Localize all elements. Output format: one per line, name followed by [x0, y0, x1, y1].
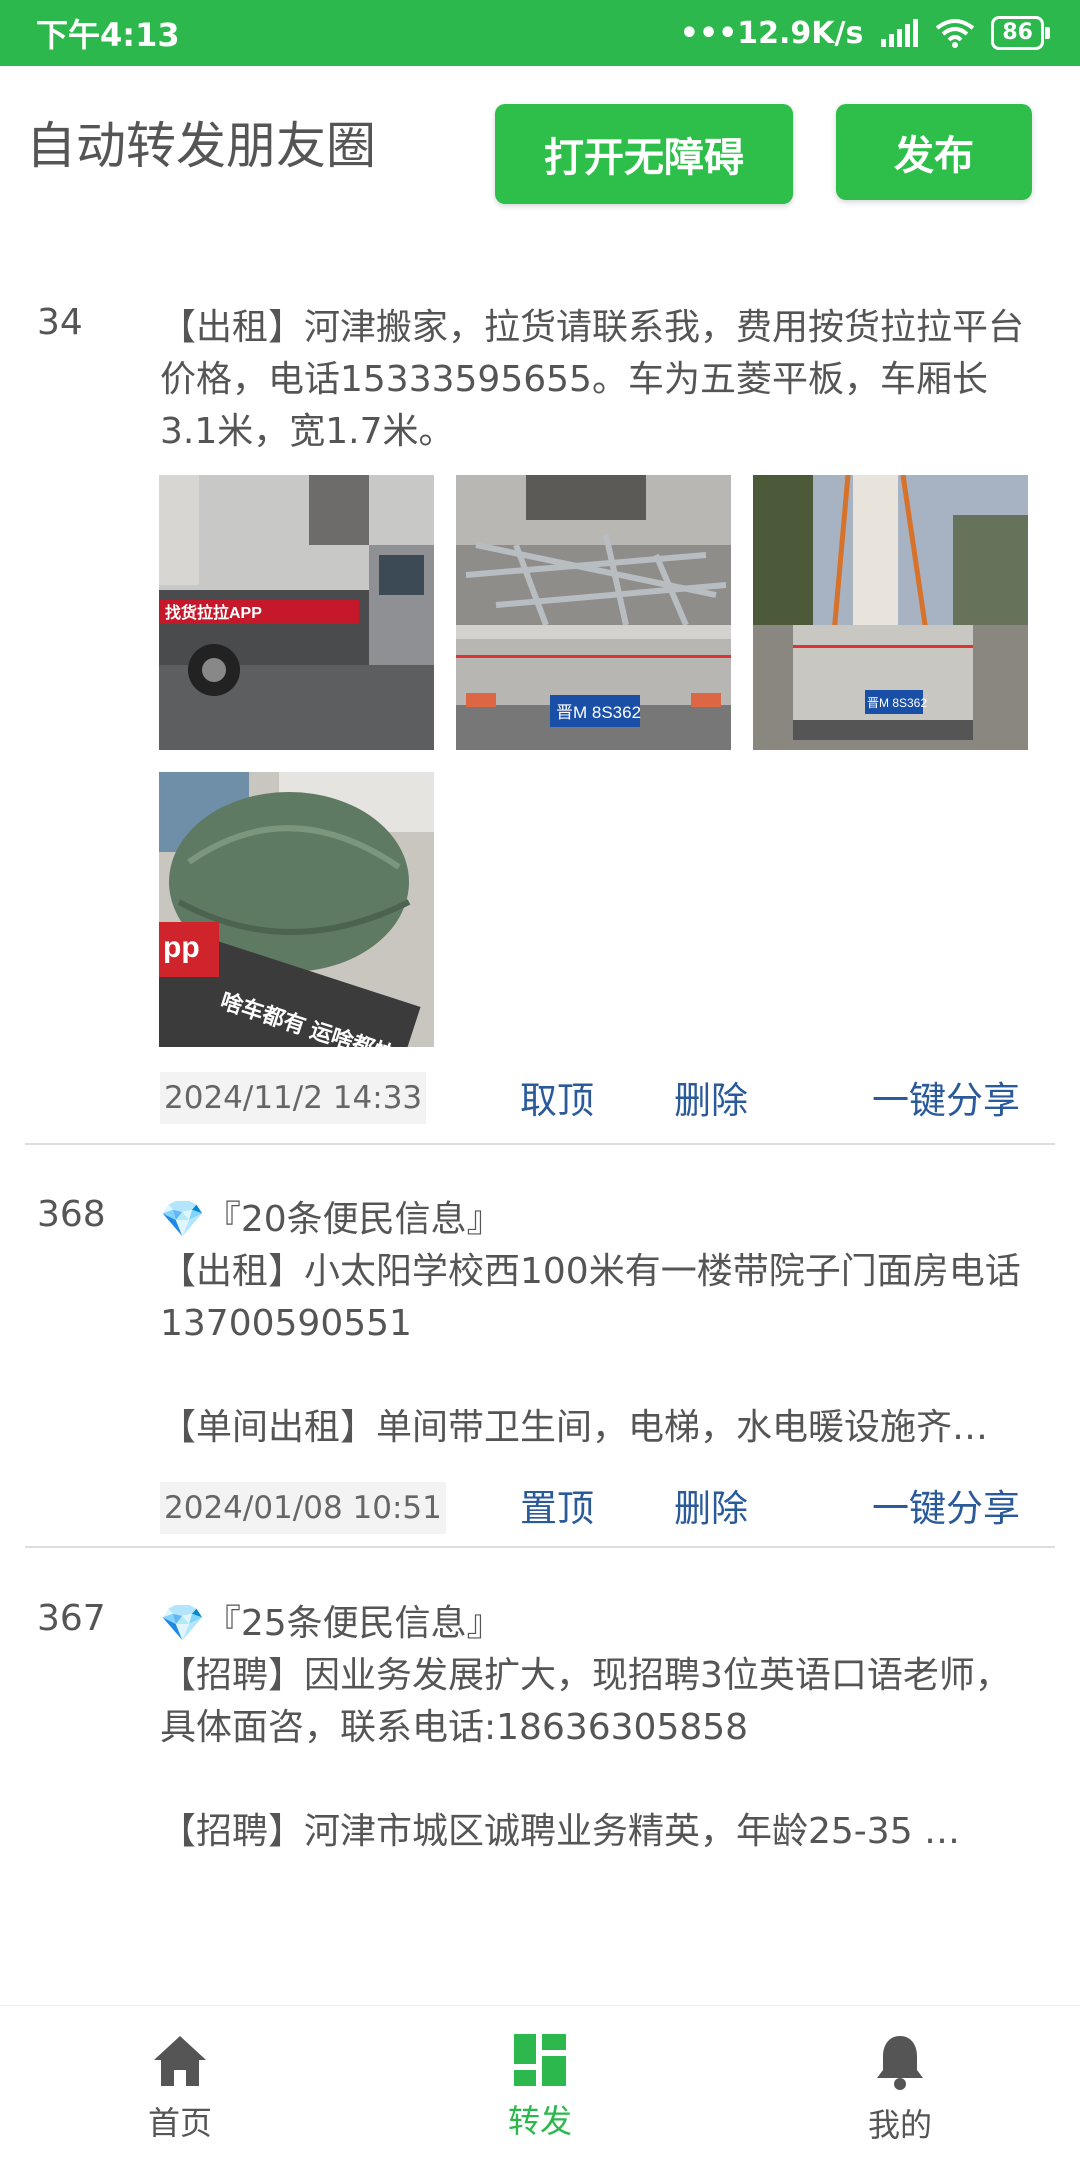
license-plate: 晋M 8S362: [867, 696, 927, 710]
home-icon: [154, 2036, 206, 2086]
share-button[interactable]: 一键分享: [872, 1070, 1020, 1124]
dashboard-icon: [514, 2034, 566, 2086]
page-title: 自动转发朋友圈: [26, 117, 376, 175]
pin-button[interactable]: 取顶: [520, 1070, 594, 1124]
publish-button[interactable]: 发布: [836, 104, 1032, 200]
post-heading: 💎『25条便民信息』: [160, 1603, 503, 1644]
svg-text:pp: pp: [163, 931, 200, 964]
post-number: 367: [37, 1598, 106, 1639]
nav-home[interactable]: 首页: [80, 2034, 280, 2144]
post-text: 【出租】小太阳学校西100米有一楼带院子门面房电话13700590551 【单间…: [160, 1251, 1021, 1448]
battery-icon: 86: [991, 16, 1050, 50]
wifi-icon: [936, 19, 975, 48]
header: 自动转发朋友圈 打开无障碍 发布: [0, 66, 1080, 236]
post-photo[interactable]: pp 啥车都有 运啥都快: [159, 772, 434, 1047]
bell-icon: [877, 2036, 923, 2090]
signal-icon: [881, 19, 919, 47]
license-plate: 晋M 8S362: [556, 703, 641, 722]
nav-forward-label: 转发: [507, 2102, 572, 2140]
post-time: 2024/11/2 14:33: [160, 1072, 427, 1124]
nav-forward[interactable]: 转发: [440, 2034, 640, 2142]
delete-button[interactable]: 删除: [674, 1070, 748, 1124]
nav-home-label: 首页: [147, 2104, 212, 2142]
post-number: 34: [37, 302, 83, 343]
net-speed: •••12.9K/s: [679, 15, 864, 51]
status-icons: •••12.9K/s 86: [679, 15, 1050, 51]
post-photo[interactable]: 晋M 8S362: [456, 475, 731, 750]
nav-mine-label: 我的: [867, 2106, 932, 2144]
status-bar: 下午4:13 •••12.9K/s 86: [0, 0, 1080, 66]
nav-mine[interactable]: 我的: [800, 2034, 1000, 2146]
status-time: 下午4:13: [36, 16, 180, 54]
post-text: 【出租】河津搬家，拉货请联系我，费用按货拉拉平台价格，电话15333595655…: [160, 307, 1025, 452]
delete-button[interactable]: 删除: [674, 1478, 748, 1532]
bottom-nav: 首页 转发 我的: [0, 2005, 1080, 2161]
open-accessibility-button[interactable]: 打开无障碍: [495, 104, 793, 204]
pin-button[interactable]: 置顶: [520, 1478, 594, 1532]
post-number: 368: [37, 1194, 106, 1235]
share-button[interactable]: 一键分享: [872, 1478, 1020, 1532]
divider: [25, 1546, 1055, 1548]
post-text: 【招聘】因业务发展扩大，现招聘3位英语口语老师，具体面咨，联系电话:186363…: [160, 1655, 1011, 1852]
post-photo[interactable]: 晋M 8S362: [753, 475, 1028, 750]
divider: [25, 1143, 1055, 1145]
photo-label: 找货拉拉APP: [165, 603, 262, 622]
post-photo[interactable]: 找货拉拉APP: [159, 475, 434, 750]
post-heading: 💎『20条便民信息』: [160, 1199, 503, 1240]
post-time: 2024/01/08 10:51: [160, 1482, 446, 1534]
